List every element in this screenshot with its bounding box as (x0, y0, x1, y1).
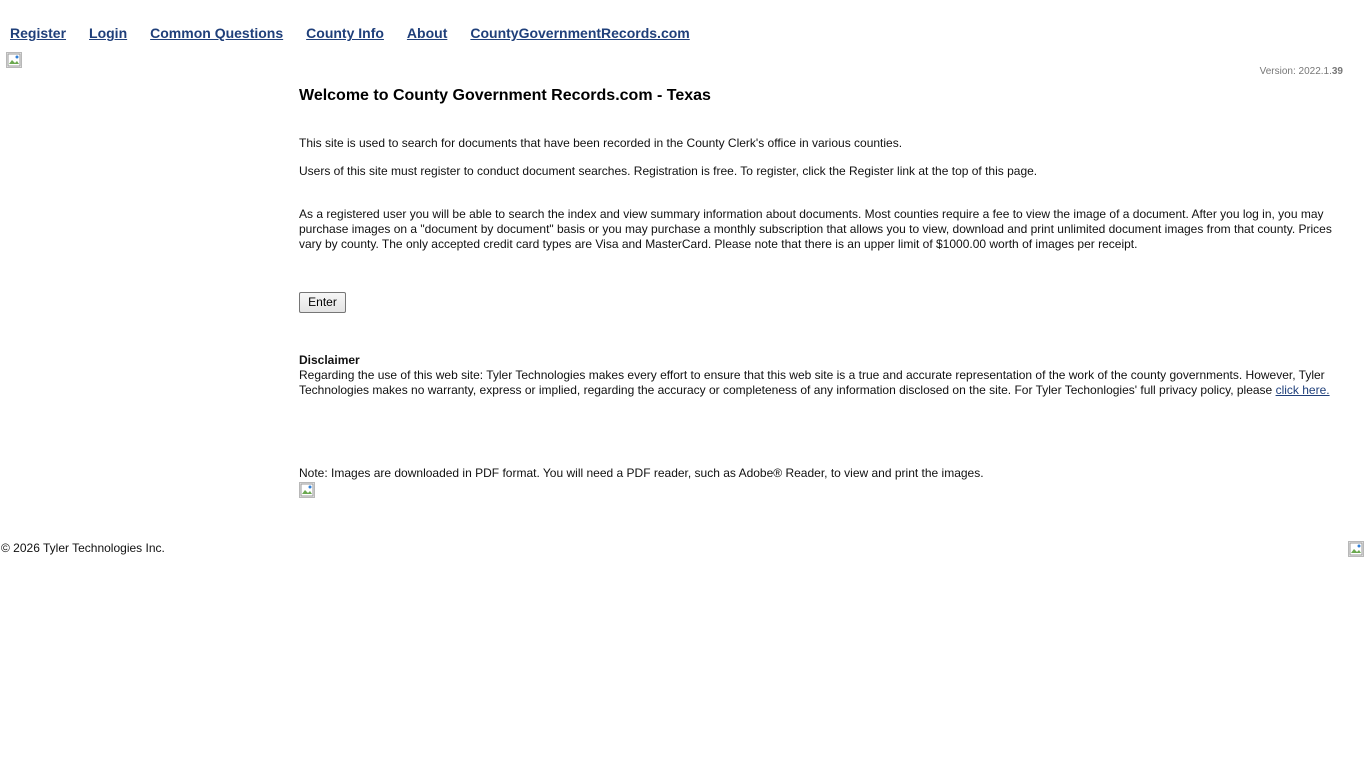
broken-image-icon (1348, 541, 1364, 557)
welcome-content: Welcome to County Government Records.com… (299, 85, 1344, 252)
version-build: 39 (1331, 66, 1343, 77)
disclaimer-text: Regarding the use of this web site: Tyle… (299, 368, 1325, 397)
broken-image-icon (299, 482, 315, 498)
pdf-note: Note: Images are downloaded in PDF forma… (299, 466, 984, 480)
version-label: Version: 2022.1.39 (1260, 66, 1343, 77)
common-questions-link[interactable]: Common Questions (150, 24, 283, 42)
version-prefix: Version: 2022.1. (1259, 66, 1332, 77)
disclaimer-section: Disclaimer Regarding the use of this web… (299, 353, 1344, 398)
broken-image-icon (6, 52, 22, 68)
login-link[interactable]: Login (89, 24, 127, 42)
register-link[interactable]: Register (10, 24, 66, 42)
fees-paragraph: As a registered user you will be able to… (299, 207, 1332, 251)
disclaimer-heading: Disclaimer (299, 353, 360, 367)
county-government-records-link[interactable]: CountyGovernmentRecords.com (470, 24, 689, 42)
intro-paragraph: This site is used to search for document… (299, 136, 903, 150)
enter-button[interactable]: Enter (299, 292, 346, 313)
page-title: Welcome to County Government Records.com… (299, 87, 711, 104)
county-info-link[interactable]: County Info (306, 24, 384, 42)
copyright-footer: © 2026 Tyler Technologies Inc. (1, 541, 165, 555)
registration-paragraph: Users of this site must register to cond… (299, 164, 1038, 178)
top-navigation: Register Login Common Questions County I… (10, 24, 690, 42)
about-link[interactable]: About (407, 24, 447, 42)
privacy-policy-link[interactable]: click here. (1276, 383, 1330, 397)
